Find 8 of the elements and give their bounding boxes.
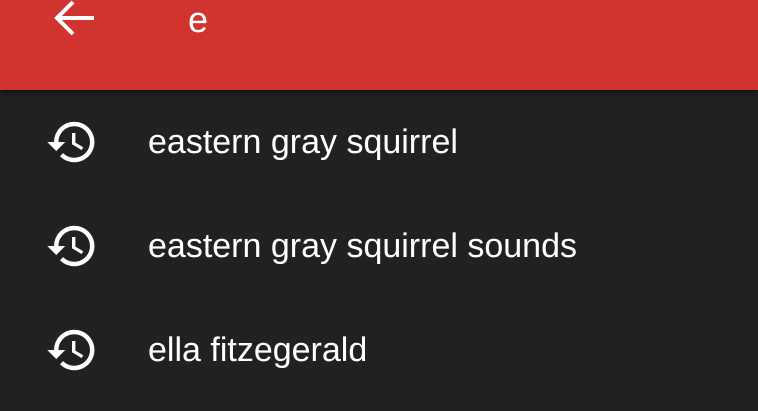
suggestion-item[interactable]: eastern gray squirrel sounds (0, 194, 758, 298)
suggestion-text: eastern gray squirrel sounds (148, 226, 578, 266)
suggestion-text: ella fitzegerald (148, 330, 368, 370)
suggestion-item[interactable]: ella fitzegerald (0, 298, 758, 402)
back-arrow-icon (52, 0, 96, 38)
search-field[interactable]: e (188, 0, 688, 42)
suggestion-item[interactable]: eastern gray squirrel (0, 90, 758, 194)
suggestion-text: eastern gray squirrel (148, 122, 458, 162)
